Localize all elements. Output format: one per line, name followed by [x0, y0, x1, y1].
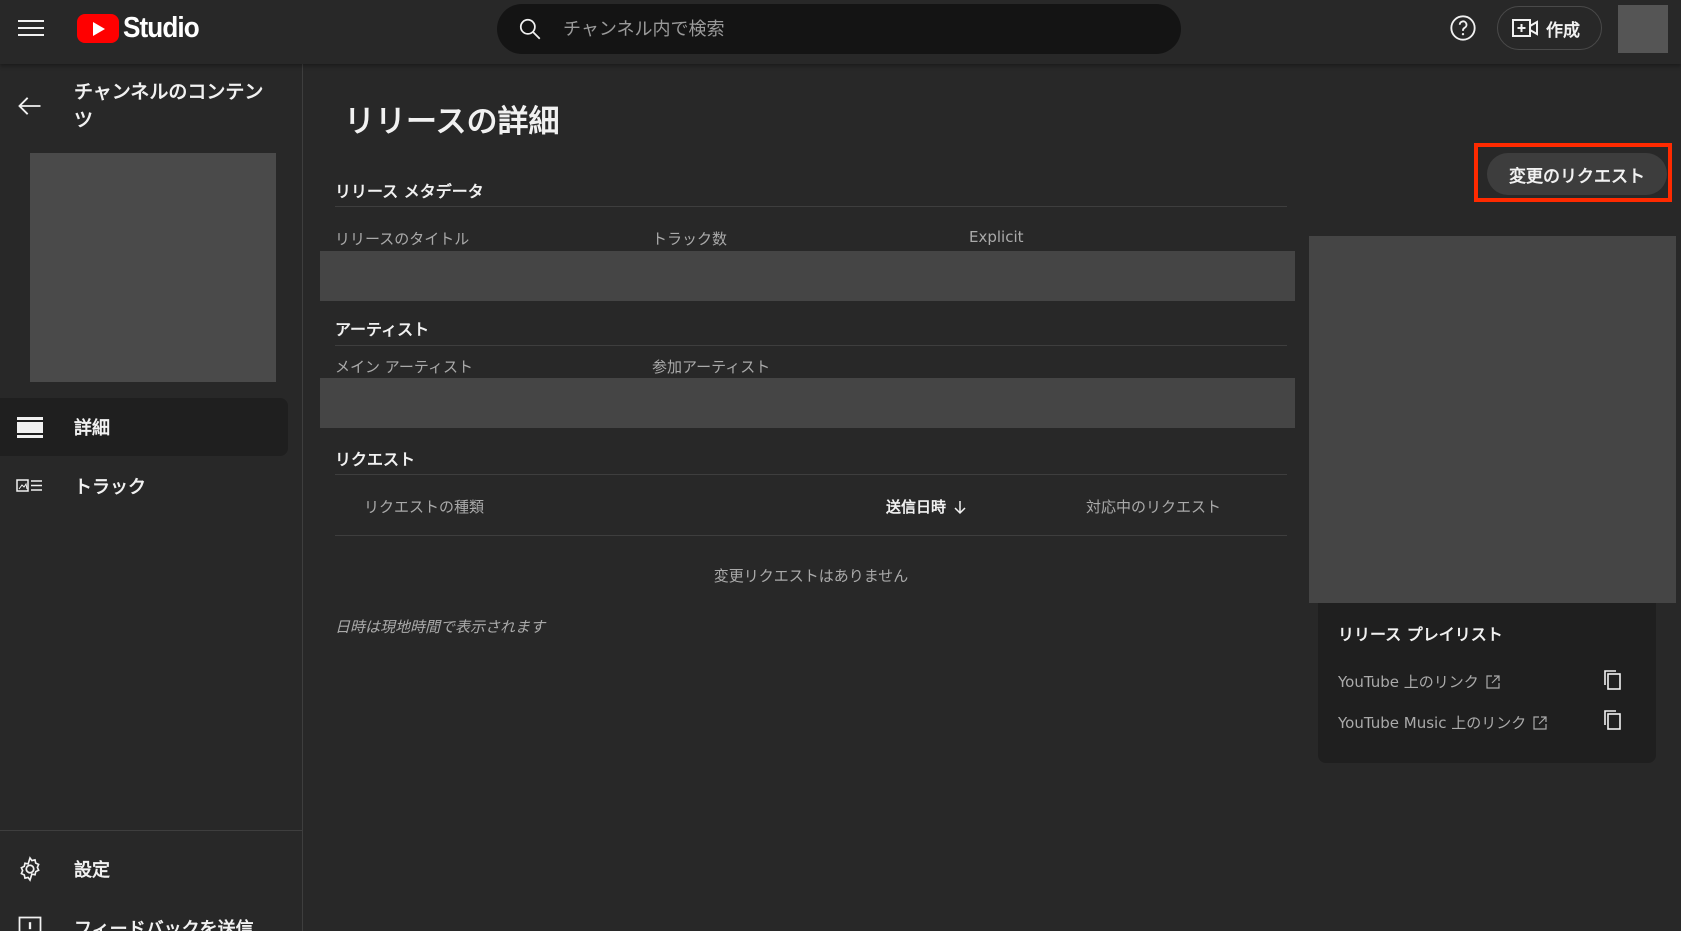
back-arrow-icon[interactable]	[16, 92, 44, 120]
create-button[interactable]: 作成	[1497, 6, 1602, 50]
external-link-icon	[1533, 715, 1547, 730]
youtube-play-icon	[77, 13, 119, 43]
release-thumbnail[interactable]	[30, 153, 276, 382]
col-featured-artist: 参加アーティスト	[652, 358, 771, 376]
section-title-metadata: リリース メタデータ	[335, 182, 484, 201]
empty-requests-message: 変更リクエストはありません	[713, 567, 909, 585]
youtube-music-link-label: YouTube Music 上のリンク	[1338, 714, 1527, 732]
col-active-request[interactable]: 対応中のリクエスト	[1086, 496, 1221, 517]
sidebar-divider	[0, 830, 303, 831]
col-request-type[interactable]: リクエストの種類	[364, 496, 484, 517]
tracks-icon	[16, 479, 42, 492]
sidebar-item-tracks[interactable]: トラック	[0, 457, 288, 515]
arrow-down-icon	[954, 500, 966, 514]
divider	[335, 474, 1287, 475]
col-release-title: リリースのタイトル	[335, 230, 470, 248]
release-playlist-card: リリース プレイリスト YouTube 上のリンク YouTube Music …	[1318, 603, 1656, 763]
external-link-icon	[1486, 674, 1500, 689]
copy-icon[interactable]	[1602, 709, 1624, 731]
col-explicit: Explicit	[969, 228, 1024, 246]
col-sent-date-label: 送信日時	[886, 498, 947, 516]
sidebar-item-settings[interactable]: 設定	[0, 840, 288, 898]
request-change-button[interactable]: 変更のリクエスト	[1487, 153, 1667, 195]
sidebar-item-label: トラック	[74, 477, 146, 498]
feedback-icon	[18, 916, 42, 931]
sidebar-title: チャンネルのコンテンツ	[74, 81, 264, 131]
youtube-link-label: YouTube 上のリンク	[1338, 673, 1479, 691]
search-bar[interactable]	[497, 4, 1181, 54]
cover-art	[1309, 236, 1676, 603]
copy-icon[interactable]	[1602, 669, 1624, 691]
menu-icon[interactable]	[16, 15, 46, 45]
create-video-icon	[1512, 19, 1538, 37]
create-button-label: 作成	[1546, 20, 1580, 41]
divider	[335, 206, 1287, 207]
timezone-note: 日時は現地時間で表示されます	[335, 618, 546, 636]
section-title-artists: アーティスト	[335, 320, 430, 339]
section-title-requests: リクエスト	[335, 450, 416, 469]
artist-values-placeholder	[320, 378, 1295, 428]
sidebar-item-label: 設定	[74, 860, 110, 881]
highlight-box: 変更のリクエスト	[1474, 143, 1672, 202]
metadata-values-placeholder	[320, 251, 1295, 301]
avatar[interactable]	[1618, 5, 1668, 53]
youtube-music-link[interactable]: YouTube Music 上のリンク	[1338, 712, 1548, 733]
page-title: リリースの詳細	[344, 104, 560, 140]
details-icon	[17, 417, 43, 438]
studio-logo[interactable]: Studio	[77, 12, 207, 44]
col-track-count: トラック数	[652, 230, 728, 248]
sidebar-item-label: フィードバックを送信	[74, 919, 254, 931]
col-sent-date[interactable]: 送信日時	[886, 496, 968, 517]
gear-icon	[20, 856, 40, 882]
col-main-artist: メイン アーティスト	[335, 358, 473, 376]
logo-text: Studio	[123, 11, 200, 44]
sidebar-item-label: 詳細	[74, 418, 110, 439]
divider	[335, 535, 1287, 536]
playlist-title: リリース プレイリスト	[1338, 625, 1503, 644]
search-icon[interactable]	[517, 16, 543, 42]
sidebar: チャンネルのコンテンツ 詳細 トラック 設定 フィードバックを送信	[0, 64, 303, 931]
help-icon[interactable]	[1449, 14, 1477, 42]
sidebar-item-feedback[interactable]: フィードバックを送信	[0, 899, 288, 931]
search-input[interactable]	[563, 18, 1123, 40]
sidebar-item-details[interactable]: 詳細	[0, 398, 288, 456]
top-header: Studio 作成	[0, 0, 1681, 64]
youtube-link[interactable]: YouTube 上のリンク	[1338, 671, 1501, 692]
divider	[335, 345, 1287, 346]
